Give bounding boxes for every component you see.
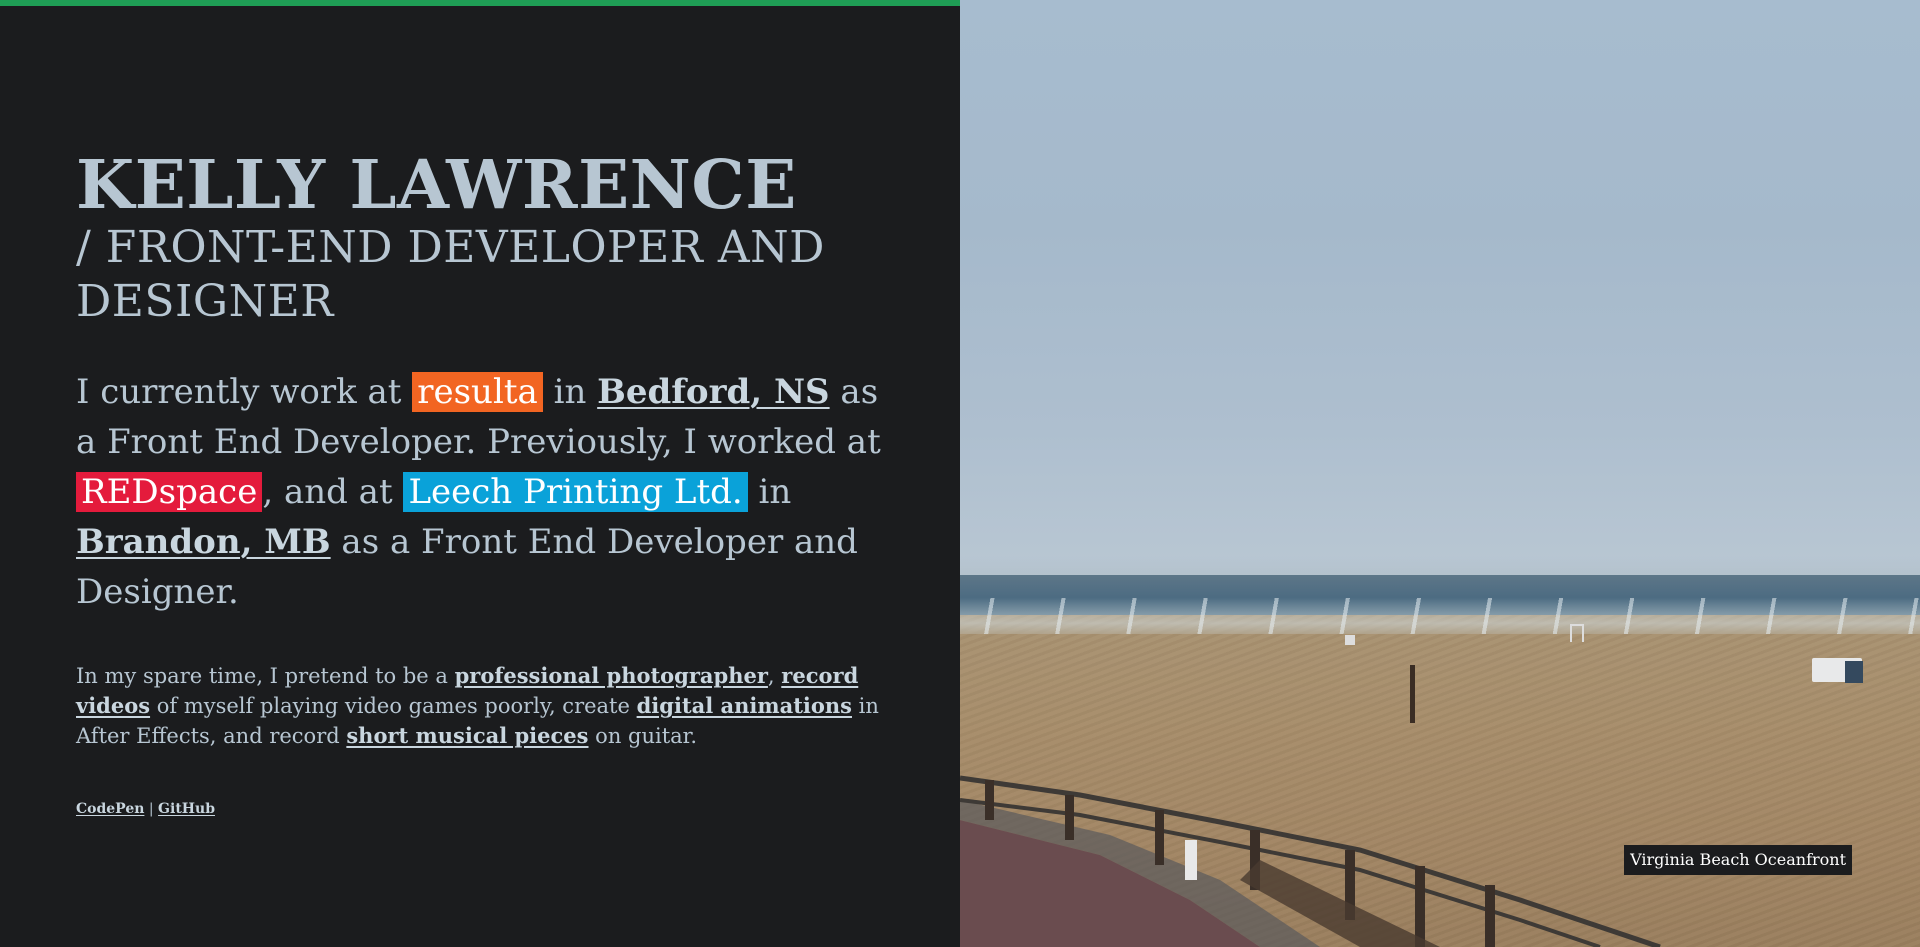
photo-rail-post [1485, 885, 1495, 947]
company-redspace-badge: REDspace [76, 472, 263, 512]
photo-sign [1185, 840, 1197, 880]
page-subtitle: / FRONT-END DEVELOPER AND DESIGNER [76, 222, 825, 327]
photo-rail-post [1415, 866, 1425, 947]
location-bedford-link[interactable]: Bedford, NS [597, 372, 829, 412]
photo-rail-post [1065, 795, 1074, 840]
intro-paragraph: I currently work at resulta in Bedford, … [76, 367, 900, 617]
intro-text: in [542, 372, 598, 412]
photography-link[interactable]: professional photographer [455, 663, 768, 688]
location-brandon-link[interactable]: Brandon, MB [76, 522, 331, 562]
beach-photo [960, 0, 1920, 947]
page: KELLY LAWRENCE / FRONT-END DEVELOPER AND… [0, 0, 1920, 947]
hero-photo: Virginia Beach Oceanfront [960, 0, 1920, 947]
github-link[interactable]: GitHub [158, 801, 215, 817]
page-title: KELLY LAWRENCE [76, 145, 797, 224]
spare-text: , [767, 664, 782, 688]
photo-caption: Virginia Beach Oceanfront [1624, 845, 1852, 875]
intro-panel: KELLY LAWRENCE / FRONT-END DEVELOPER AND… [0, 0, 960, 947]
photo-rail-post [1155, 810, 1164, 865]
social-separator: | [144, 801, 159, 817]
photo-boardwalk-railing [960, 775, 1661, 947]
intro-text: , and at [262, 472, 404, 512]
accent-bar [0, 0, 960, 6]
intro-text: I currently work at [76, 372, 413, 412]
spare-time-paragraph: In my spare time, I pretend to be a prof… [76, 661, 896, 751]
animations-link[interactable]: digital animations [637, 693, 852, 718]
intro-text: in [747, 472, 792, 512]
music-link[interactable]: short musical pieces [346, 723, 588, 748]
company-leech-badge: Leech Printing Ltd. [403, 472, 748, 512]
spare-text: In my spare time, I pretend to be a [76, 664, 455, 688]
spare-text: on guitar. [588, 724, 698, 748]
social-links: CodePen | GitHub [76, 801, 900, 817]
company-resulta-badge: resulta [412, 372, 543, 412]
photo-rail-post [985, 780, 994, 820]
spare-text: of myself playing video games poorly, cr… [150, 694, 637, 718]
codepen-link[interactable]: CodePen [76, 801, 144, 817]
